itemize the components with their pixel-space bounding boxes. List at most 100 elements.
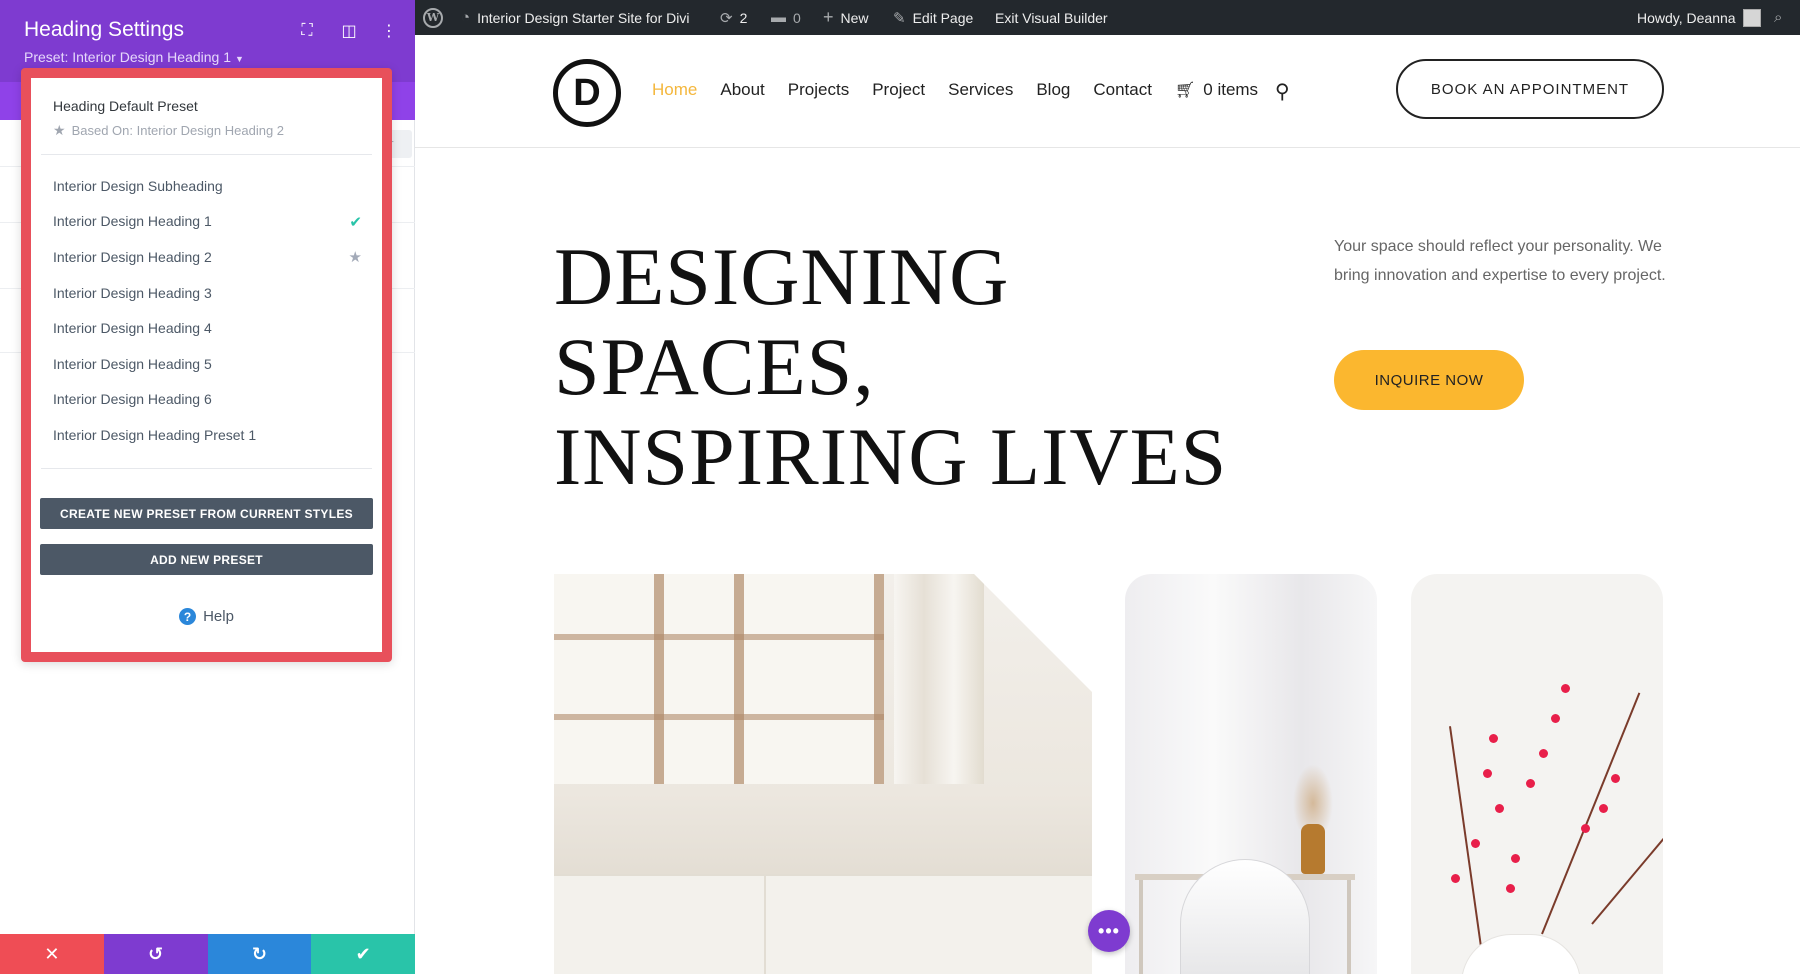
window-bar [654,574,664,784]
preset-item[interactable]: Interior Design Heading 5 [31,346,382,382]
preset-divider [41,468,372,469]
living-room-image [554,574,1092,974]
book-appointment-button[interactable]: BOOK AN APPOINTMENT [1396,59,1664,119]
preset-item-label: Interior Design Heading Preset 1 [53,427,256,443]
table-leg [1139,880,1143,974]
wordpress-logo[interactable]: W [423,0,443,35]
check-icon: ✔ [356,944,371,965]
new-content-link[interactable]: + New [823,0,869,35]
close-icon: ✕ [44,944,59,965]
help-link[interactable]: ? Help [31,608,382,625]
nav-home[interactable]: Home [652,80,697,100]
nav-about[interactable]: About [720,80,764,100]
preset-item-label: Interior Design Heading 1 [53,213,212,229]
berry-graphic [1489,734,1498,743]
preset-item-label: Interior Design Heading 5 [53,356,212,372]
table-leg [1347,880,1351,974]
redo-button[interactable]: ↻ [208,934,312,974]
nav-projects[interactable]: Projects [788,80,849,100]
page-settings-button[interactable]: ••• [1088,910,1130,952]
berry-graphic [1561,684,1570,693]
based-on-row: ★ Based On: Interior Design Heading 2 [53,122,284,139]
nav-contact[interactable]: Contact [1093,80,1152,100]
site-header: D Home About Projects Project Services B… [415,35,1800,148]
panel-footer: ✕ ↺ ↻ ✔ [0,934,415,974]
adminbar-search[interactable]: ⌕ [1774,0,1782,35]
howdy-label: Howdy, Deanna [1637,10,1736,26]
berry-graphic [1551,714,1560,723]
wp-admin-bar: W ◔ Interior Design Starter Site for Div… [415,0,1800,35]
window-bar [554,714,884,720]
main-nav: Home About Projects Project Services Blo… [652,80,1258,100]
inquire-now-button[interactable]: INQUIRE NOW [1334,350,1524,410]
berry-graphic [1483,769,1492,778]
vase-graphic [1301,824,1325,874]
comment-icon: ▬ [771,9,786,26]
sidebar-layout-icon[interactable]: ◫ [338,20,360,42]
screen: Heading Settings Preset: Interior Design… [0,0,1800,974]
preset-item[interactable]: Interior Design Heading Preset 1 [31,417,382,453]
sofa-graphic [554,874,1092,974]
exit-builder-link[interactable]: Exit Visual Builder [995,0,1108,35]
preset-item-label: Interior Design Heading 3 [53,285,212,301]
preset-item[interactable]: Interior Design Heading 3 [31,275,382,311]
panel-title: Heading Settings [24,18,184,42]
berry-graphic [1526,779,1535,788]
preset-list: Interior Design Subheading Interior Desi… [31,168,382,453]
help-label: Help [203,608,234,625]
preset-item[interactable]: Interior Design Heading 6 [31,382,382,418]
avatar [1743,9,1761,27]
berry-graphic [1471,839,1480,848]
edit-page-link[interactable]: ✎ Edit Page [893,0,973,35]
updates-link[interactable]: ⟳ 2 [720,0,747,35]
search-icon: ⌕ [1774,9,1782,26]
star-icon: ★ [53,122,66,139]
window-bar [554,634,884,640]
discard-button[interactable]: ✕ [0,934,104,974]
undo-button[interactable]: ↺ [104,934,208,974]
default-preset[interactable]: Heading Default Preset ★ Based On: Inter… [53,98,284,139]
preset-item[interactable]: Interior Design Heading 4 [31,310,382,346]
cart-link[interactable]: 🛒︎ 0 items [1175,80,1258,100]
search-icon[interactable]: ⚲ [1275,79,1290,104]
site-name-link[interactable]: ◔ Interior Design Starter Site for Divi [461,0,689,35]
comments-link[interactable]: ▬ 0 [771,0,801,35]
caret-down-icon: ▼ [235,54,244,64]
default-preset-title: Heading Default Preset [53,98,284,114]
edit-page-label: Edit Page [913,10,974,26]
comments-count: 0 [793,10,801,26]
preset-item[interactable]: Interior Design Subheading [31,168,382,204]
preset-divider [41,154,372,155]
site-logo[interactable]: D [553,59,621,127]
preset-selector[interactable]: Preset: Interior Design Heading 1 ▼ [24,49,244,65]
redo-icon: ↻ [252,944,267,965]
hero-line: INSPIRING LIVES [554,412,1234,502]
nav-blog[interactable]: Blog [1036,80,1070,100]
undo-icon: ↺ [148,944,163,965]
berry-graphic [1511,854,1520,863]
branch-graphic [1541,693,1640,935]
berry-graphic [1611,774,1620,783]
berry-graphic [1451,874,1460,883]
account-menu[interactable]: Howdy, Deanna [1637,0,1761,35]
plus-icon: + [823,7,834,28]
nav-project[interactable]: Project [872,80,925,100]
create-preset-button[interactable]: CREATE NEW PRESET FROM CURRENT STYLES [40,498,373,529]
pencil-icon: ✎ [893,9,906,27]
hero-heading[interactable]: DESIGNING SPACES, INSPIRING LIVES [554,232,1234,502]
focus-icon[interactable]: ⛶ [296,20,318,42]
save-button[interactable]: ✔ [311,934,415,974]
add-preset-button[interactable]: ADD NEW PRESET [40,544,373,575]
wordpress-icon: W [423,8,443,28]
nav-services[interactable]: Services [948,80,1013,100]
preset-selector-label: Preset: Interior Design Heading 1 [24,49,231,65]
window-graphic [554,574,884,784]
site-name: Interior Design Starter Site for Divi [477,10,689,26]
more-vertical-icon[interactable]: ⋮ [378,20,400,42]
dashboard-icon: ◔ [461,9,470,26]
preset-item-label: Interior Design Heading 4 [53,320,212,336]
preset-item[interactable]: Interior Design Heading 2★ [31,239,382,275]
star-icon[interactable]: ★ [349,248,362,266]
sofa-seam [764,874,766,974]
preset-item[interactable]: Interior Design Heading 1✔ [31,204,382,240]
